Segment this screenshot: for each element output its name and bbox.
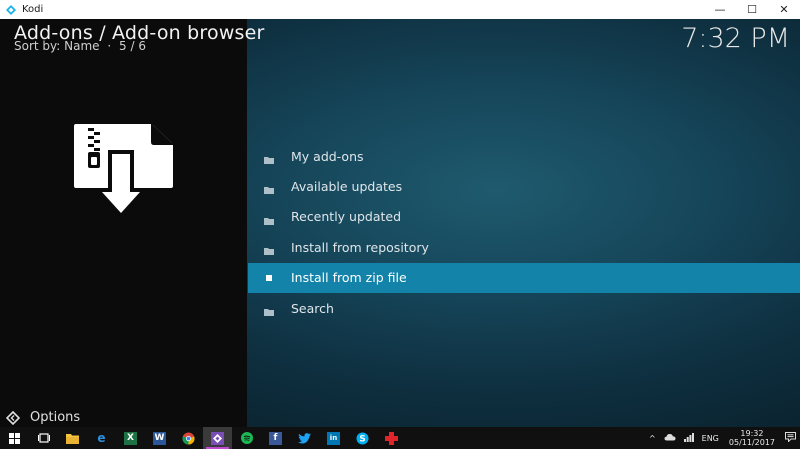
window-title: Kodi — [22, 4, 44, 15]
taskbar-app-linkedin[interactable]: in — [319, 427, 348, 449]
folder-icon — [264, 212, 274, 225]
maximize-button[interactable]: ☐ — [736, 0, 768, 19]
folder-icon — [264, 151, 274, 164]
edge-icon: e — [97, 431, 106, 445]
twitter-icon — [298, 432, 311, 445]
menu-item-install-from-repository[interactable]: Install from repository — [248, 232, 800, 262]
list-position: 5 / 6 — [119, 39, 146, 53]
options-button[interactable]: Options — [5, 410, 81, 425]
folder-icon — [264, 181, 274, 195]
tray-time: 19:32 — [740, 429, 764, 438]
menu-item-available-updates[interactable]: Available updates — [248, 171, 800, 201]
word-icon: W — [153, 431, 166, 445]
menu-item-my-addons[interactable]: My add-ons — [248, 141, 800, 171]
tray-date: 05/11/2017 — [728, 438, 775, 447]
start-button[interactable] — [0, 427, 29, 449]
options-arrow-icon — [5, 410, 21, 425]
kodi-taskbar-icon — [211, 431, 224, 445]
task-view-icon — [37, 432, 50, 445]
onedrive-icon[interactable] — [664, 433, 676, 443]
folder-icon — [264, 303, 274, 316]
square-bullet-icon — [266, 274, 272, 281]
action-center-icon[interactable] — [785, 432, 796, 444]
taskbar-app-chrome[interactable] — [174, 427, 203, 449]
menu-item-label: Install from repository — [291, 239, 429, 255]
system-tray: ^ ENG 19:32 05/11/2017 — [645, 427, 800, 449]
minimize-button[interactable]: — — [704, 0, 736, 19]
clock: 7:32 PM — [681, 23, 790, 54]
kodi-window: Add-ons / Add-on browser Sort by: Name ·… — [0, 19, 800, 427]
taskbar-app-kodi[interactable] — [203, 427, 232, 449]
taskbar-app-spotify[interactable] — [232, 427, 261, 449]
svg-text:S: S — [359, 434, 365, 444]
menu-item-label: Search — [291, 300, 334, 316]
windows-taskbar: e X W f in S ^ ENG 19:32 05/11/2017 — [0, 427, 800, 449]
sort-label: Sort by: Name — [14, 39, 100, 53]
tray-chevron-icon[interactable]: ^ — [649, 434, 656, 443]
menu-item-recently-updated[interactable]: Recently updated — [248, 202, 800, 232]
taskbar-app-excel[interactable]: X — [116, 427, 145, 449]
taskbar-app-skype[interactable]: S — [348, 427, 377, 449]
folder-icon — [264, 242, 274, 256]
facebook-icon: f — [269, 431, 282, 445]
network-icon[interactable] — [683, 432, 694, 444]
file-explorer-icon — [66, 432, 79, 445]
addon-browser-menu: My add-ons Available updates Recently up… — [248, 141, 800, 323]
menu-item-install-from-zip[interactable]: Install from zip file — [248, 262, 800, 293]
menu-item-label: My add-ons — [291, 148, 364, 164]
taskbar-app-edge[interactable]: e — [87, 427, 116, 449]
taskbar-app-twitter[interactable] — [290, 427, 319, 449]
language-indicator[interactable]: ENG — [702, 434, 719, 443]
options-label: Options — [30, 410, 81, 425]
close-button[interactable]: ✕ — [768, 0, 800, 19]
window-titlebar: Kodi — ☐ ✕ — [0, 0, 800, 19]
zip-install-icon — [72, 122, 176, 222]
spotify-icon — [240, 432, 253, 445]
kodi-app-icon — [6, 4, 16, 15]
sort-info[interactable]: Sort by: Name · 5 / 6 — [14, 39, 146, 53]
close-icon: ✕ — [779, 3, 789, 16]
sort-separator: · — [107, 39, 112, 53]
taskbar-app-red[interactable] — [377, 427, 406, 449]
minimize-icon: — — [714, 3, 726, 16]
taskbar-app-file-explorer[interactable] — [58, 427, 87, 449]
menu-item-label: Recently updated — [291, 209, 402, 225]
menu-item-label: Install from zip file — [291, 270, 407, 286]
chrome-icon — [182, 432, 195, 445]
task-view-button[interactable] — [29, 427, 58, 449]
taskbar-app-word[interactable]: W — [145, 427, 174, 449]
excel-icon: X — [124, 431, 137, 445]
menu-item-label: Available updates — [291, 179, 403, 195]
maximize-icon: ☐ — [747, 3, 757, 16]
linkedin-icon: in — [327, 431, 340, 445]
skype-icon: S — [356, 432, 369, 445]
taskbar-app-facebook[interactable]: f — [261, 427, 290, 449]
menu-item-search[interactable]: Search — [248, 293, 800, 323]
left-panel — [0, 19, 247, 427]
red-app-icon — [385, 431, 398, 445]
taskbar-clock[interactable]: 19:32 05/11/2017 — [729, 429, 775, 447]
start-icon — [8, 432, 21, 445]
